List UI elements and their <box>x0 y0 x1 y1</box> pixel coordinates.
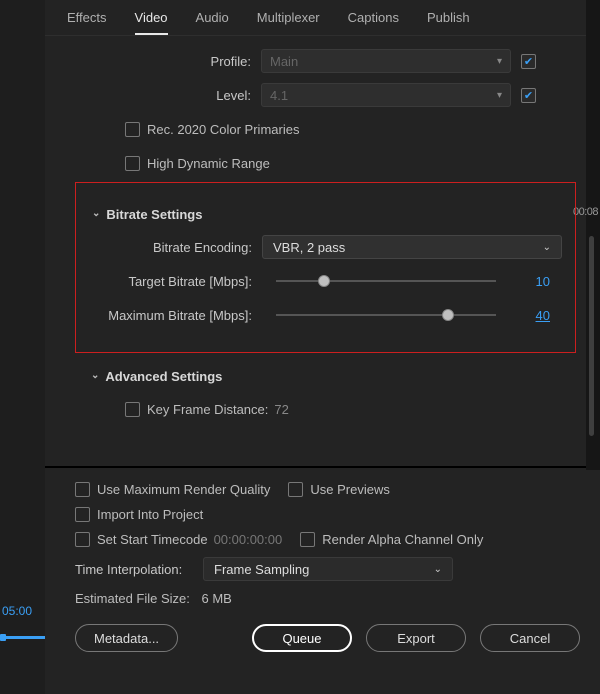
hdr-label: High Dynamic Range <box>147 156 270 171</box>
export-settings-panel: 00:08 Effects Video Audio Multiplexer Ca… <box>45 0 600 694</box>
chevron-down-icon: ⌄ <box>543 242 551 253</box>
tab-video[interactable]: Video <box>135 10 168 35</box>
target-bitrate-value[interactable]: 10 <box>510 274 550 289</box>
tab-publish[interactable]: Publish <box>427 10 470 35</box>
max-bitrate-label: Maximum Bitrate [Mbps]: <box>82 308 262 323</box>
chevron-down-icon: ⌄ <box>434 564 442 575</box>
estimated-size-value: 6 MB <box>202 591 232 606</box>
profile-value: Main <box>270 54 298 69</box>
render-alpha-label: Render Alpha Channel Only <box>322 532 483 547</box>
level-match-checkbox[interactable]: ✔ <box>521 88 536 103</box>
slider-thumb[interactable] <box>442 309 454 321</box>
hdr-checkbox[interactable] <box>125 156 140 171</box>
estimated-size-label: Estimated File Size: <box>75 591 190 606</box>
chevron-down-icon: ▾ <box>497 90 502 101</box>
tab-effects[interactable]: Effects <box>67 10 107 35</box>
set-start-timecode-label: Set Start Timecode <box>97 532 208 547</box>
start-timecode-value[interactable]: 00:00:00:00 <box>214 532 283 547</box>
tab-audio[interactable]: Audio <box>196 10 229 35</box>
cancel-button[interactable]: Cancel <box>480 624 580 652</box>
tab-multiplexer[interactable]: Multiplexer <box>257 10 320 35</box>
settings-tabs: Effects Video Audio Multiplexer Captions… <box>45 0 600 36</box>
max-render-quality-label: Use Maximum Render Quality <box>97 482 270 497</box>
max-bitrate-slider[interactable] <box>276 314 496 316</box>
tab-captions[interactable]: Captions <box>348 10 399 35</box>
target-bitrate-label: Target Bitrate [Mbps]: <box>82 274 262 289</box>
export-footer-panel: Use Maximum Render Quality Use Previews … <box>45 466 600 666</box>
chevron-down-icon: ⌄ <box>91 370 99 381</box>
bitrate-section-header[interactable]: ⌄ Bitrate Settings <box>92 207 569 222</box>
keyframe-distance-value: 72 <box>274 402 288 417</box>
queue-button[interactable]: Queue <box>252 624 352 652</box>
bitrate-encoding-dropdown[interactable]: VBR, 2 pass ⌄ <box>262 235 562 259</box>
chevron-down-icon: ⌄ <box>92 208 100 219</box>
vertical-scrollbar[interactable] <box>589 236 594 436</box>
render-alpha-checkbox[interactable] <box>300 532 315 547</box>
max-render-quality-checkbox[interactable] <box>75 482 90 497</box>
advanced-header-text: Advanced Settings <box>105 369 222 384</box>
keyframe-distance-label: Key Frame Distance: <box>147 402 268 417</box>
timeline-range-bar[interactable] <box>0 636 45 639</box>
profile-dropdown[interactable]: Main ▾ <box>261 49 511 73</box>
bitrate-highlight-box: ⌄ Bitrate Settings Bitrate Encoding: VBR… <box>75 182 576 353</box>
time-interpolation-label: Time Interpolation: <box>75 562 203 577</box>
profile-match-checkbox[interactable]: ✔ <box>521 54 536 69</box>
level-value: 4.1 <box>270 88 288 103</box>
export-button[interactable]: Export <box>366 624 466 652</box>
keyframe-distance-checkbox[interactable] <box>125 402 140 417</box>
timeline-left-strip: 05:00 <box>0 0 45 694</box>
bitrate-header-text: Bitrate Settings <box>106 207 202 222</box>
target-bitrate-slider[interactable] <box>276 280 496 282</box>
import-project-checkbox[interactable] <box>75 507 90 522</box>
use-previews-label: Use Previews <box>310 482 389 497</box>
level-label: Level: <box>81 88 261 103</box>
playhead-timecode[interactable]: 05:00 <box>2 604 32 618</box>
rec2020-label: Rec. 2020 Color Primaries <box>147 122 299 137</box>
bitrate-encoding-value: VBR, 2 pass <box>273 240 345 255</box>
time-interpolation-value: Frame Sampling <box>214 562 309 577</box>
slider-thumb[interactable] <box>318 275 330 287</box>
video-settings-scroll: Profile: Main ▾ ✔ Level: 4.1 ▾ ✔ Rec. 20… <box>45 36 600 466</box>
profile-label: Profile: <box>81 54 261 69</box>
chevron-down-icon: ▾ <box>497 56 502 67</box>
advanced-section-header[interactable]: ⌄ Advanced Settings <box>91 369 570 384</box>
bitrate-encoding-label: Bitrate Encoding: <box>82 240 262 255</box>
use-previews-checkbox[interactable] <box>288 482 303 497</box>
max-bitrate-value[interactable]: 40 <box>510 308 550 323</box>
import-project-label: Import Into Project <box>97 507 203 522</box>
level-dropdown[interactable]: 4.1 ▾ <box>261 83 511 107</box>
rec2020-checkbox[interactable] <box>125 122 140 137</box>
time-interpolation-dropdown[interactable]: Frame Sampling ⌄ <box>203 557 453 581</box>
set-start-timecode-checkbox[interactable] <box>75 532 90 547</box>
metadata-button[interactable]: Metadata... <box>75 624 178 652</box>
